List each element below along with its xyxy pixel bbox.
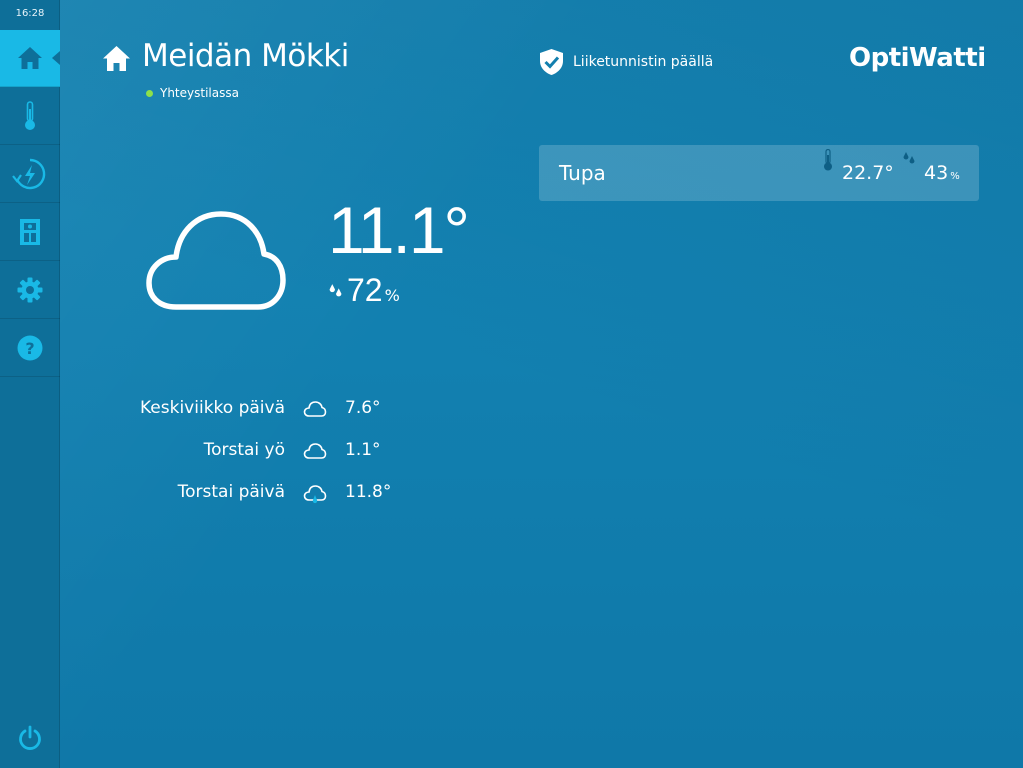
sidebar-item-energy[interactable] — [0, 146, 60, 203]
forecast-temperature: 7.6° — [345, 398, 381, 418]
cloud-icon — [303, 443, 327, 459]
connection-status: Yhteystilassa — [146, 86, 239, 100]
cloud-icon — [303, 401, 327, 417]
forecast-label: Torstai päivä — [177, 482, 285, 502]
connection-status-label: Yhteystilassa — [160, 86, 239, 100]
rain-cloud-icon — [303, 485, 327, 504]
forecast-temperature: 11.8° — [345, 482, 392, 502]
room-humidity: 43% — [924, 162, 960, 184]
room-temperature: 22.7° — [842, 162, 894, 184]
humidity-icon — [903, 152, 915, 164]
room-humidity-unit: % — [950, 171, 960, 182]
shield-check-icon — [540, 49, 563, 75]
clock: 16:28 — [15, 8, 45, 19]
home-icon — [18, 47, 42, 69]
device-icon — [20, 219, 40, 245]
forecast-label: Torstai yö — [203, 440, 285, 460]
forecast-temperature: 1.1° — [345, 440, 381, 460]
current-temperature: 11.1° — [328, 193, 470, 267]
sidebar-item-home[interactable] — [0, 30, 60, 87]
forecast-label: Keskiviikko päivä — [140, 398, 285, 418]
logo: OptiWatti — [849, 43, 986, 73]
room-name: Tupa — [559, 161, 606, 185]
thermometer-icon — [824, 149, 832, 171]
forecast-row: Torstai päivä 11.8° — [0, 480, 500, 508]
svg-text:?: ? — [25, 339, 34, 358]
thermometer-icon — [25, 101, 35, 130]
current-humidity-unit: % — [384, 286, 400, 305]
room-humidity-value: 43 — [924, 162, 949, 184]
home-icon — [103, 46, 130, 71]
sidebar: 16:28 ? — [0, 0, 60, 768]
humidity-icon — [329, 284, 342, 297]
page-title: Meidän Mökki — [142, 38, 349, 74]
cloud-icon — [146, 211, 286, 310]
sidebar-item-help[interactable]: ? — [0, 320, 60, 377]
current-humidity-value: 72 — [347, 272, 383, 308]
current-humidity: 72% — [328, 272, 400, 309]
room-card[interactable]: Tupa 22.7° 43% — [539, 145, 979, 201]
energy-icon — [12, 158, 46, 190]
sidebar-item-device[interactable] — [0, 204, 60, 261]
forecast-row: Torstai yö 1.1° — [0, 438, 500, 466]
forecast-row: Keskiviikko päivä 7.6° — [0, 396, 500, 424]
motion-sensor-label: Liiketunnistin päällä — [573, 54, 714, 70]
gear-icon — [17, 277, 43, 303]
sidebar-item-settings[interactable] — [0, 262, 60, 319]
motion-sensor-status[interactable]: Liiketunnistin päällä — [539, 48, 713, 76]
sidebar-item-temperature[interactable] — [0, 88, 60, 145]
power-icon — [19, 725, 41, 750]
power-button[interactable] — [0, 712, 60, 764]
background — [0, 0, 1023, 768]
status-dot — [146, 89, 153, 97]
help-icon: ? — [17, 335, 43, 361]
